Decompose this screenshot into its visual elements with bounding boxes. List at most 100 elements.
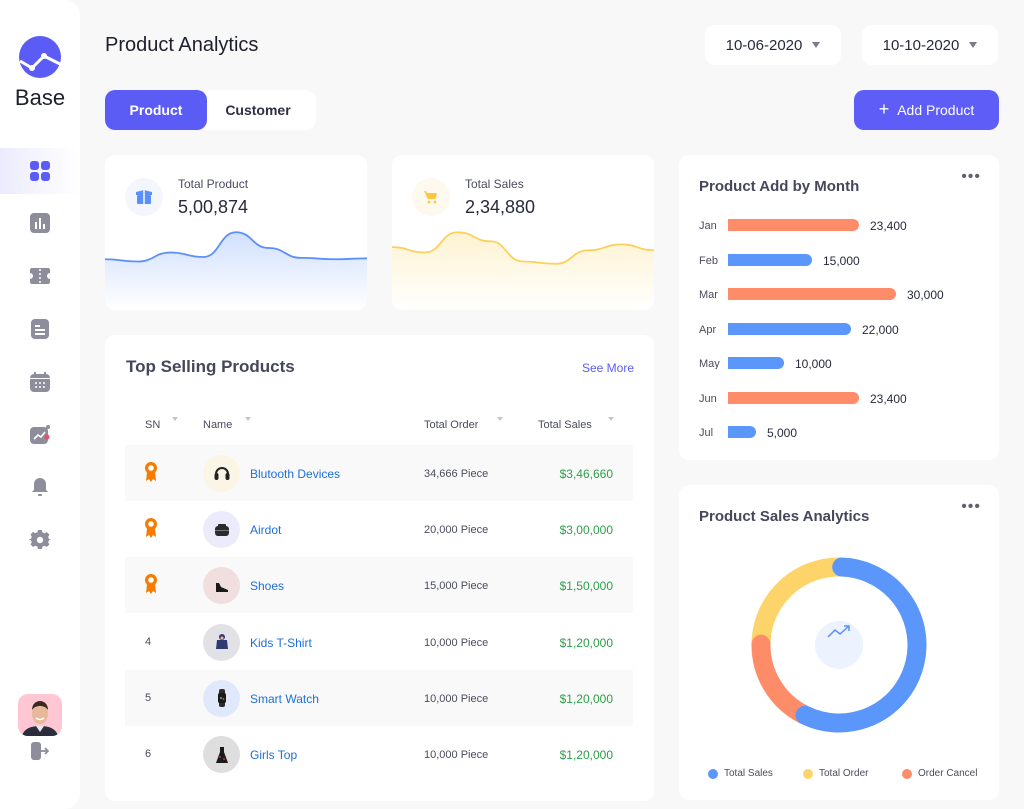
legend-label: Order Cancel xyxy=(918,768,978,779)
column-header-name[interactable]: Name xyxy=(203,419,232,430)
bar-jan[interactable] xyxy=(728,219,859,231)
product-thumbnail xyxy=(203,511,240,549)
legend-item: Total Sales xyxy=(708,768,773,779)
plus-icon: + xyxy=(878,98,890,119)
product-add-by-month-card: Product Add by Month ••• Jan 23,400 Feb 15,… xyxy=(679,155,999,460)
bar-apr[interactable] xyxy=(728,322,851,335)
total-order: 10,000 Piece xyxy=(424,636,489,648)
bar-value-label: 15,000 xyxy=(823,253,860,268)
sort-icon[interactable] xyxy=(172,417,178,421)
headphones-icon xyxy=(214,466,229,480)
table-row[interactable]: Blutooth Devices 34,666 Piece $3,46,660 xyxy=(125,445,633,501)
ticket-icon xyxy=(30,268,50,284)
sidebar-item-analytics[interactable] xyxy=(0,200,80,246)
see-more-link[interactable]: See More xyxy=(582,361,634,375)
total-sales: $3,00,000 xyxy=(559,523,613,538)
product-name-link[interactable]: Airdot xyxy=(250,523,281,537)
bar-jul[interactable] xyxy=(728,426,756,438)
date-to-value: 10-10-2020 xyxy=(882,36,960,54)
legend-dot-icon xyxy=(803,768,813,779)
card-title: Product Sales Analytics xyxy=(699,508,870,525)
more-options-icon[interactable]: ••• xyxy=(961,169,981,185)
total-sales: $1,20,000 xyxy=(559,635,613,650)
bar-value-label: 5,000 xyxy=(767,426,798,440)
product-name-link[interactable]: Blutooth Devices xyxy=(250,467,340,481)
page-title: Product Analytics xyxy=(105,34,259,56)
product-thumbnail xyxy=(203,567,240,605)
product-name-link[interactable]: Girls Top xyxy=(250,748,297,762)
brand-name: Base xyxy=(14,85,66,110)
bar-category-label: Feb xyxy=(699,254,718,266)
sidebar-item-notifications[interactable] xyxy=(0,464,80,510)
sidebar: Base xyxy=(0,0,80,809)
tab-product[interactable]: Product xyxy=(105,90,207,130)
tab-customer[interactable]: Customer xyxy=(207,90,309,130)
total-order: 10,000 Piece xyxy=(424,692,489,704)
bar-value-label: 10,000 xyxy=(795,357,832,371)
bar-category-label: May xyxy=(699,358,720,369)
bar-chart-icon xyxy=(30,213,50,233)
sidebar-item-documents[interactable] xyxy=(0,306,80,352)
trend-chart-icon xyxy=(30,425,50,444)
sidebar-item-reports[interactable] xyxy=(0,412,80,458)
stat-label: Total Product xyxy=(178,177,249,191)
total-sales: $1,20,000 xyxy=(559,691,613,706)
serial-number: 5 xyxy=(145,691,152,703)
product-name-link[interactable]: Shoes xyxy=(250,579,284,593)
bar-may[interactable] xyxy=(728,357,784,369)
date-to-select[interactable]: 10-10-2020 xyxy=(862,25,998,65)
bar-category-label: Apr xyxy=(699,323,717,335)
total-sales: $3,46,660 xyxy=(559,467,613,481)
bell-icon xyxy=(32,478,48,496)
sparkline-area xyxy=(392,232,654,310)
calendar-icon xyxy=(30,372,50,392)
total-sales: $1,20,000 xyxy=(559,748,613,762)
logout-icon[interactable] xyxy=(29,740,51,762)
legend-label: Total Order xyxy=(819,768,869,779)
bar-feb[interactable] xyxy=(728,253,812,266)
table-row[interactable]: 6 Girls Top 10,000 Piece $1,20,000 xyxy=(125,726,633,782)
sort-icon[interactable] xyxy=(497,417,503,421)
table-row[interactable]: Shoes 15,000 Piece $1,50,000 xyxy=(125,557,633,614)
sidebar-item-settings[interactable] xyxy=(0,517,80,563)
add-product-label: Add Product xyxy=(897,102,975,118)
bar-jun[interactable] xyxy=(728,391,859,404)
table-row[interactable]: Airdot 20,000 Piece $3,00,000 xyxy=(125,501,633,557)
sort-icon[interactable] xyxy=(608,417,614,421)
column-header-sn[interactable]: SN xyxy=(145,419,160,430)
sidebar-item-calendar[interactable] xyxy=(0,359,80,405)
sidebar-item-tickets[interactable] xyxy=(0,253,80,299)
bar-category-label: Jul xyxy=(699,427,714,438)
bar-value-label: 23,400 xyxy=(870,391,907,406)
card-title: Product Add by Month xyxy=(699,178,860,195)
legend-dot-icon xyxy=(708,768,718,779)
stat-icon-wrap xyxy=(125,178,163,216)
sort-icon[interactable] xyxy=(245,417,251,421)
bar-category-label: Jan xyxy=(699,220,717,231)
total-product-sparkline xyxy=(105,231,367,310)
table-row[interactable]: 4 Kids T-Shirt 10,000 Piece $1,20,000 xyxy=(125,614,633,670)
user-avatar[interactable] xyxy=(18,694,62,736)
column-header-total-sales[interactable]: Total Sales xyxy=(538,419,592,430)
sidebar-item-dashboard[interactable] xyxy=(0,148,80,194)
dress-icon xyxy=(215,746,228,763)
table-row[interactable]: 5 Smart Watch 10,000 Piece $1,20,000 xyxy=(125,669,633,726)
column-header-total-order[interactable]: Total Order xyxy=(424,419,478,430)
bar-value-label: 23,400 xyxy=(870,219,907,233)
serial-number: 6 xyxy=(145,748,152,759)
product-name-link[interactable]: Smart Watch xyxy=(250,692,319,706)
gear-icon xyxy=(29,529,51,549)
more-options-icon[interactable]: ••• xyxy=(961,499,981,515)
total-sales: $1,50,000 xyxy=(559,579,613,594)
date-from-select[interactable]: 10-06-2020 xyxy=(705,25,841,65)
add-product-button[interactable]: + Add Product xyxy=(854,90,999,130)
stat-card-total-sales: Total Sales 2,34,880 xyxy=(392,155,654,310)
donut-center-circle xyxy=(815,621,863,669)
cart-icon xyxy=(424,191,437,204)
medal-icon xyxy=(145,518,157,539)
product-name-link[interactable]: Kids T-Shirt xyxy=(250,636,312,650)
top-selling-products-card: Top Selling Products See More SN Name To… xyxy=(105,335,654,801)
bar-mar[interactable] xyxy=(728,288,896,300)
watch-icon xyxy=(217,689,226,708)
brand-logo-icon[interactable] xyxy=(18,35,62,79)
